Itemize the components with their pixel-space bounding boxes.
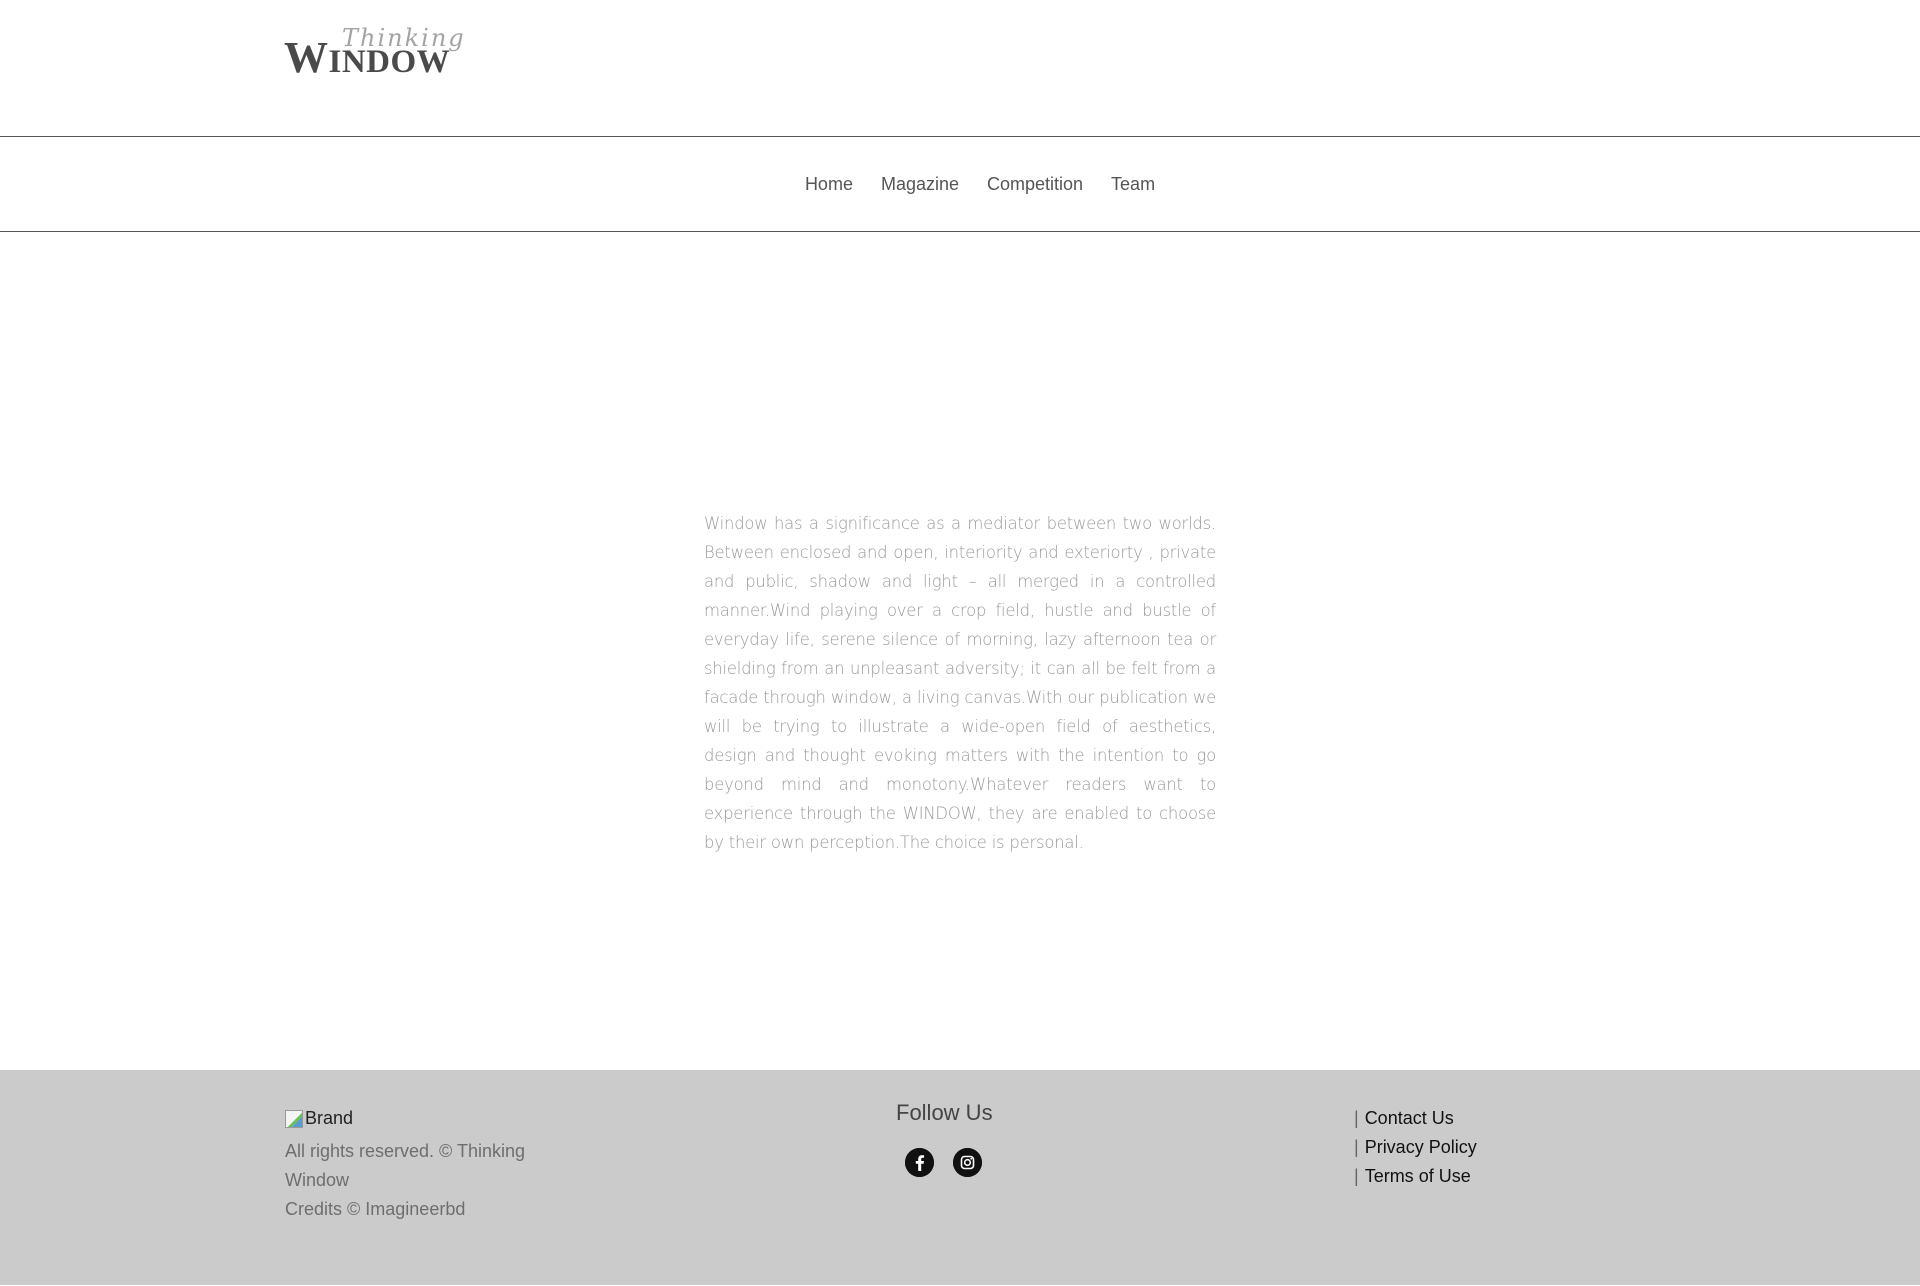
copyright-text: All rights reserved. © Thinking Window [285, 1140, 526, 1190]
site-logo[interactable]: Thinking WINDOW [284, 24, 474, 86]
footer-links: | Contact Us | Privacy Policy | Terms of… [1354, 1104, 1477, 1191]
nav-team[interactable]: Team [1111, 174, 1155, 195]
brand-alt-text: Brand [305, 1108, 354, 1128]
footer-brand-block: Brand All rights reserved. © Thinking Wi… [285, 1104, 545, 1224]
nav-magazine[interactable]: Magazine [881, 174, 959, 195]
link-separator: | [1354, 1108, 1359, 1128]
site-footer: Brand All rights reserved. © Thinking Wi… [0, 1070, 1920, 1285]
nav-home[interactable]: Home [805, 174, 853, 195]
link-separator: | [1354, 1137, 1359, 1157]
terms-of-use-link[interactable]: Terms of Use [1365, 1162, 1471, 1191]
main-navigation: Home Magazine Competition Team [0, 137, 1920, 232]
logo-wordmark: WINDOW [284, 33, 451, 82]
brand-image: Brand [285, 1104, 353, 1133]
social-links [905, 1148, 982, 1177]
contact-us-link[interactable]: Contact Us [1365, 1104, 1454, 1133]
follow-us-title: Follow Us [896, 1100, 993, 1125]
broken-image-icon [285, 1109, 303, 1128]
instagram-icon[interactable] [953, 1148, 982, 1177]
nav-competition[interactable]: Competition [987, 174, 1083, 195]
privacy-policy-link[interactable]: Privacy Policy [1365, 1133, 1477, 1162]
site-header: Thinking WINDOW [0, 0, 1920, 137]
facebook-icon[interactable] [905, 1148, 934, 1177]
intro-paragraph: Window has a significance as a mediator … [704, 514, 1216, 853]
link-separator: | [1354, 1166, 1359, 1186]
credits-text: Credits © Imagineerbd [285, 1198, 466, 1219]
